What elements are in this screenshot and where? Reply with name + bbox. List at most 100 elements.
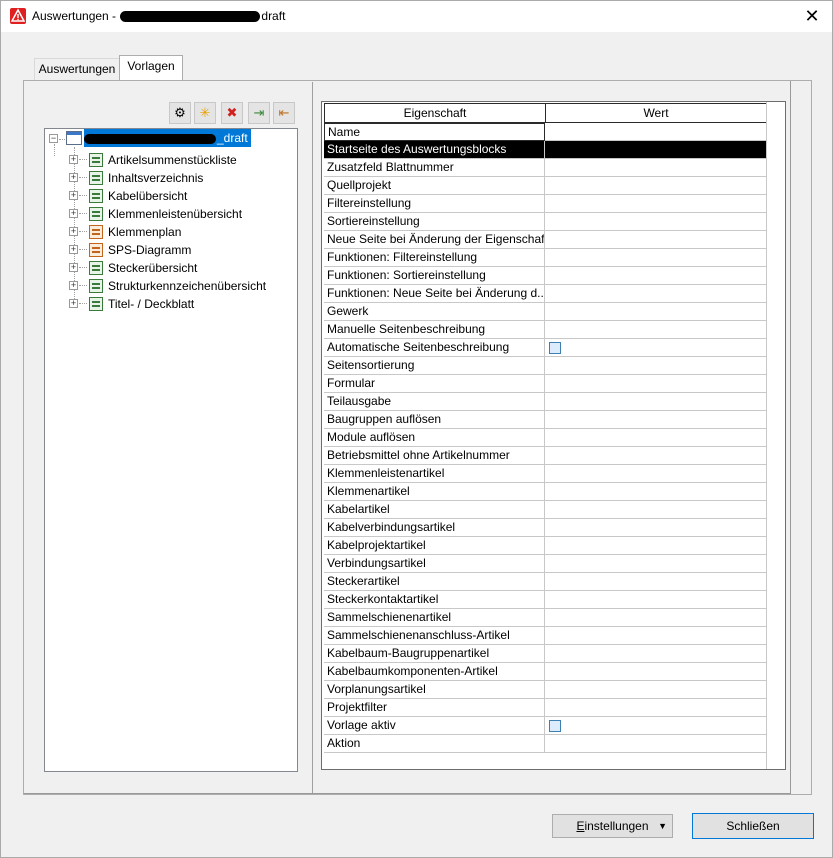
property-row[interactable]: Neue Seite bei Änderung der Eigenschaft bbox=[323, 231, 767, 249]
property-value[interactable] bbox=[545, 159, 767, 177]
property-row[interactable]: Projektfilter bbox=[323, 699, 767, 717]
property-grid[interactable]: Eigenschaft Wert Name Startseite des Ausw… bbox=[321, 101, 786, 770]
tree-expand-toggle[interactable]: + bbox=[69, 155, 78, 164]
property-value[interactable] bbox=[545, 609, 767, 627]
property-row[interactable]: Quellprojekt bbox=[323, 177, 767, 195]
tree-item[interactable]: Steckerübersicht bbox=[108, 259, 197, 277]
property-value[interactable] bbox=[545, 429, 767, 447]
property-value[interactable] bbox=[545, 663, 767, 681]
property-value[interactable] bbox=[545, 591, 767, 609]
close-button[interactable]: Schließen bbox=[692, 813, 814, 839]
property-row[interactable]: Baugruppen auflösen bbox=[323, 411, 767, 429]
property-value[interactable] bbox=[545, 285, 767, 303]
property-value[interactable] bbox=[545, 519, 767, 537]
property-value[interactable] bbox=[545, 411, 767, 429]
import-icon[interactable]: ⇥ bbox=[248, 102, 270, 124]
property-row[interactable]: Aktion bbox=[323, 735, 767, 753]
property-value[interactable] bbox=[545, 735, 767, 753]
property-row[interactable]: Funktionen: Sortiereinstellung bbox=[323, 267, 767, 285]
property-value[interactable] bbox=[545, 645, 767, 663]
property-value[interactable] bbox=[545, 267, 767, 285]
tree-item[interactable]: SPS-Diagramm bbox=[108, 241, 191, 259]
property-value[interactable] bbox=[545, 249, 767, 267]
property-row[interactable]: Automatische Seitenbeschreibung bbox=[323, 339, 767, 357]
tree-expand-toggle[interactable]: + bbox=[69, 227, 78, 236]
property-row[interactable]: Vorlage aktiv bbox=[323, 717, 767, 735]
property-row[interactable]: Klemmenartikel bbox=[323, 483, 767, 501]
tree-expand-toggle[interactable]: + bbox=[69, 245, 78, 254]
property-value[interactable] bbox=[545, 555, 767, 573]
property-row[interactable]: Manuelle Seitenbeschreibung bbox=[323, 321, 767, 339]
property-value[interactable] bbox=[545, 537, 767, 555]
tree-item[interactable]: Artikelsummenstückliste bbox=[108, 151, 237, 169]
tree-expand-toggle[interactable]: + bbox=[69, 209, 78, 218]
tab-vorlagen[interactable]: Vorlagen bbox=[119, 55, 183, 81]
property-row[interactable]: Kabelartikel bbox=[323, 501, 767, 519]
property-value[interactable] bbox=[545, 627, 767, 645]
property-value[interactable] bbox=[545, 195, 767, 213]
property-row[interactable]: Name bbox=[323, 123, 767, 141]
property-row[interactable]: Kabelbaum-Baugruppenartikel bbox=[323, 645, 767, 663]
property-value[interactable] bbox=[545, 501, 767, 519]
tree-expand-toggle[interactable]: + bbox=[69, 173, 78, 182]
property-value[interactable] bbox=[545, 321, 767, 339]
property-value[interactable] bbox=[545, 717, 767, 735]
property-row[interactable]: Sammelschienenanschluss-Artikel bbox=[323, 627, 767, 645]
property-row[interactable]: Sammelschienenartikel bbox=[323, 609, 767, 627]
tree-item[interactable]: Titel- / Deckblatt bbox=[108, 295, 194, 313]
new-star-icon[interactable]: ✳ bbox=[194, 102, 216, 124]
property-row[interactable]: Kabelprojektartikel bbox=[323, 537, 767, 555]
property-row[interactable]: Funktionen: Filtereinstellung bbox=[323, 249, 767, 267]
property-value[interactable] bbox=[545, 357, 767, 375]
tree-item[interactable]: Strukturkennzeichenübersicht bbox=[108, 277, 266, 295]
gear-icon[interactable]: ⚙ bbox=[169, 102, 191, 124]
tree-expand-toggle[interactable]: + bbox=[69, 281, 78, 290]
property-value[interactable] bbox=[545, 483, 767, 501]
chevron-down-icon[interactable]: ▼ bbox=[658, 815, 667, 837]
tree-item[interactable]: Inhaltsverzeichnis bbox=[108, 169, 203, 187]
property-row[interactable]: Kabelverbindungsartikel bbox=[323, 519, 767, 537]
property-row[interactable]: Teilausgabe bbox=[323, 393, 767, 411]
property-value[interactable] bbox=[545, 141, 767, 159]
panel-splitter[interactable] bbox=[312, 82, 313, 793]
tree-root-node[interactable]: _draft bbox=[84, 129, 251, 147]
tab-auswertungen[interactable]: Auswertungen bbox=[34, 58, 120, 81]
property-row[interactable]: Steckerkontaktartikel bbox=[323, 591, 767, 609]
tree-expand-toggle[interactable]: + bbox=[69, 299, 78, 308]
property-checkbox[interactable] bbox=[549, 720, 561, 732]
property-row[interactable]: Vorplanungsartikel bbox=[323, 681, 767, 699]
property-row[interactable]: Module auflösen bbox=[323, 429, 767, 447]
property-value[interactable] bbox=[545, 393, 767, 411]
settings-button[interactable]: Einstellungen ▼ bbox=[552, 814, 673, 838]
property-row[interactable]: Betriebsmittel ohne Artikelnummer bbox=[323, 447, 767, 465]
tree-expand-toggle[interactable]: + bbox=[69, 263, 78, 272]
export-icon[interactable]: ⇤ bbox=[273, 102, 295, 124]
property-row[interactable]: Sortiereinstellung bbox=[323, 213, 767, 231]
property-row[interactable]: Funktionen: Neue Seite bei Änderung d... bbox=[323, 285, 767, 303]
property-value[interactable] bbox=[545, 375, 767, 393]
delete-icon[interactable]: ✖ bbox=[221, 102, 243, 124]
property-value[interactable] bbox=[545, 681, 767, 699]
property-row[interactable]: Kabelbaumkomponenten-Artikel bbox=[323, 663, 767, 681]
property-value[interactable] bbox=[545, 465, 767, 483]
tree-item[interactable]: Klemmenplan bbox=[108, 223, 181, 241]
property-value[interactable] bbox=[545, 339, 767, 357]
property-value[interactable] bbox=[545, 447, 767, 465]
tree-collapse-toggle[interactable]: − bbox=[49, 134, 58, 143]
property-row[interactable]: Startseite des Auswertungsblocks bbox=[323, 141, 767, 159]
property-value[interactable] bbox=[545, 123, 767, 141]
property-row[interactable]: Verbindungsartikel bbox=[323, 555, 767, 573]
property-value[interactable] bbox=[545, 573, 767, 591]
property-row[interactable]: Steckerartikel bbox=[323, 573, 767, 591]
tree-item[interactable]: Kabelübersicht bbox=[108, 187, 187, 205]
column-header-eigenschaft[interactable]: Eigenschaft bbox=[324, 103, 546, 123]
property-value[interactable] bbox=[545, 303, 767, 321]
property-value[interactable] bbox=[545, 213, 767, 231]
property-value[interactable] bbox=[545, 231, 767, 249]
property-row[interactable]: Klemmenleistenartikel bbox=[323, 465, 767, 483]
property-row[interactable]: Filtereinstellung bbox=[323, 195, 767, 213]
property-row[interactable]: Seitensortierung bbox=[323, 357, 767, 375]
tree-expand-toggle[interactable]: + bbox=[69, 191, 78, 200]
property-row[interactable]: Zusatzfeld Blattnummer bbox=[323, 159, 767, 177]
column-header-wert[interactable]: Wert bbox=[545, 103, 767, 123]
